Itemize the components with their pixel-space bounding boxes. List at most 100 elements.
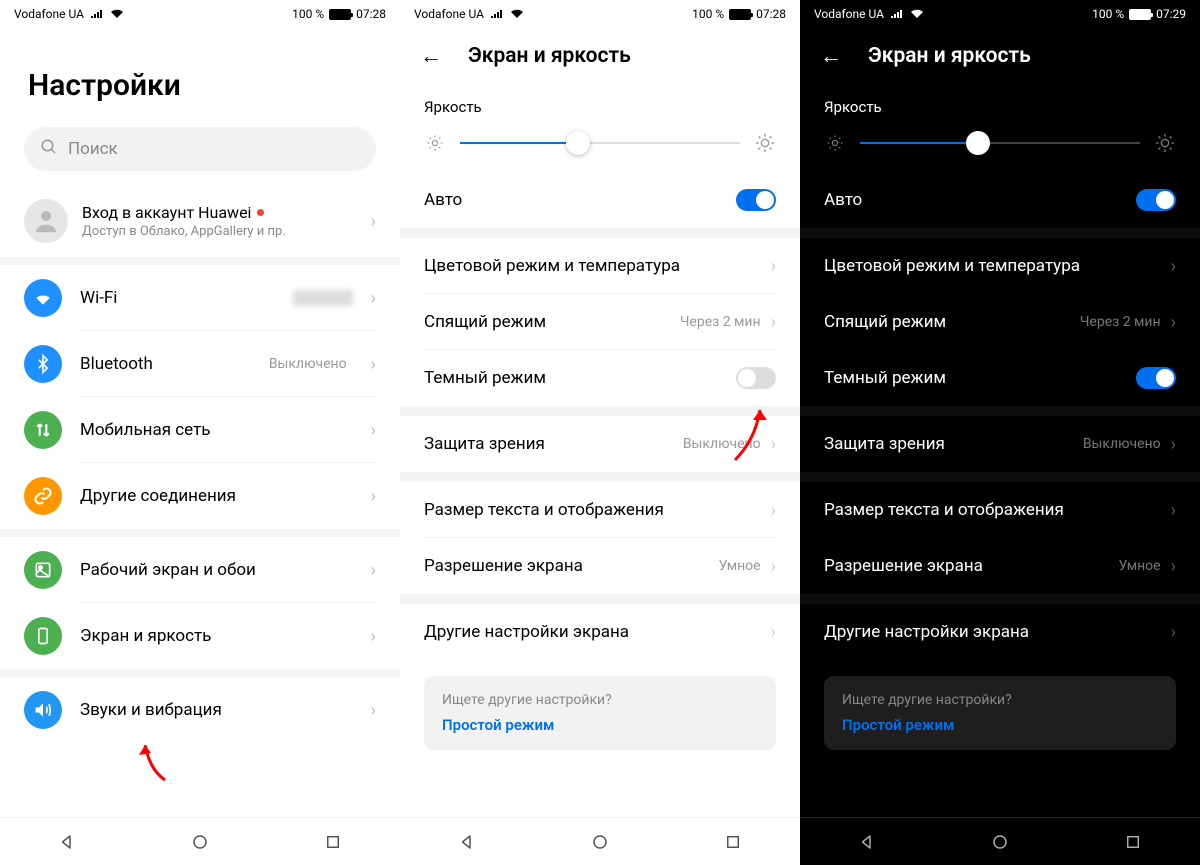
nav-bar: [800, 817, 1200, 865]
carrier-label: Vodafone UA: [814, 7, 884, 21]
nav-back-button[interactable]: [56, 831, 78, 853]
nav-back-button[interactable]: [856, 831, 878, 853]
carrier-label: Vodafone UA: [14, 7, 84, 21]
wifi-icon: [110, 9, 124, 19]
notification-dot-icon: [257, 209, 264, 216]
account-title: Вход в аккаунт Huawei: [82, 203, 251, 222]
row-text-size[interactable]: Размер текста и отображения ›: [400, 482, 800, 538]
settings-item-display[interactable]: Экран и яркость ›: [0, 603, 400, 669]
sun-high-icon: [1154, 132, 1176, 154]
screen-icon: [24, 617, 62, 655]
item-label: Другие соединения: [80, 486, 353, 506]
dark-mode-toggle[interactable]: [1136, 367, 1176, 389]
settings-item-connections[interactable]: Другие соединения ›: [0, 463, 400, 529]
item-label: Звуки и вибрация: [80, 700, 353, 720]
hint-link[interactable]: Простой режим: [842, 716, 1158, 734]
chevron-right-icon: ›: [771, 622, 776, 643]
auto-brightness-toggle[interactable]: [736, 189, 776, 211]
signal-icon: [90, 9, 104, 19]
battery-pct: 100 %: [692, 7, 724, 21]
slider-thumb[interactable]: [566, 131, 590, 155]
row-label: Спящий режим: [424, 312, 670, 332]
screen-display-light: Vodafone UA 100 % 07:28 ← Экран и яркост…: [400, 0, 800, 865]
settings-item-wifi[interactable]: Wi-Fi ›: [0, 265, 400, 331]
row-other-display[interactable]: Другие настройки экрана ›: [400, 604, 800, 660]
page-title: Экран и яркость: [868, 44, 1031, 68]
row-value: Через 2 мин: [1080, 314, 1161, 330]
chevron-right-icon: ›: [1171, 434, 1176, 455]
row-eye-protection[interactable]: Защита зрения Выключено ›: [400, 416, 800, 472]
nav-home-button[interactable]: [589, 831, 611, 853]
desktop-icon: [24, 551, 62, 589]
row-label: Размер текста и отображения: [824, 500, 1161, 520]
back-button[interactable]: ←: [812, 39, 850, 73]
settings-item-mobile[interactable]: Мобильная сеть ›: [0, 397, 400, 463]
settings-item-bluetooth[interactable]: Bluetooth Выключено ›: [0, 331, 400, 397]
row-auto-brightness[interactable]: Авто: [800, 172, 1200, 228]
row-text-size[interactable]: Размер текста и отображения ›: [800, 482, 1200, 538]
row-resolution[interactable]: Разрешение экрана Умное ›: [400, 538, 800, 594]
dark-mode-toggle[interactable]: [736, 367, 776, 389]
back-button[interactable]: ←: [412, 39, 450, 73]
row-dark-mode[interactable]: Темный режим: [800, 350, 1200, 406]
brightness-label: Яркость: [400, 84, 800, 122]
header: ← Экран и яркость: [800, 28, 1200, 84]
row-sleep[interactable]: Спящий режим Через 2 мин ›: [400, 294, 800, 350]
brightness-label: Яркость: [800, 84, 1200, 122]
search-placeholder: Поиск: [68, 139, 118, 159]
hint-link[interactable]: Простой режим: [442, 716, 758, 734]
nav-home-button[interactable]: [189, 831, 211, 853]
sun-low-icon: [824, 132, 846, 154]
item-label: Bluetooth: [80, 354, 251, 374]
row-resolution[interactable]: Разрешение экрана Умное ›: [800, 538, 1200, 594]
row-dark-mode[interactable]: Темный режим: [400, 350, 800, 406]
signal-icon: [490, 9, 504, 19]
chevron-right-icon: ›: [771, 312, 776, 333]
row-auto-brightness[interactable]: Авто: [400, 172, 800, 228]
clock: 07:28: [356, 7, 386, 21]
row-value: Выключено: [683, 436, 761, 452]
search-input[interactable]: Поиск: [24, 127, 376, 171]
settings-item-sound[interactable]: Звуки и вибрация ›: [0, 677, 400, 743]
slider-thumb[interactable]: [966, 131, 990, 155]
hint-question: Ищете другие настройки?: [442, 692, 758, 708]
chevron-right-icon: ›: [1171, 556, 1176, 577]
nav-recent-button[interactable]: [722, 831, 744, 853]
chevron-right-icon: ›: [371, 420, 376, 441]
hint-card: Ищете другие настройки? Простой режим: [424, 676, 776, 750]
signal-icon: [890, 9, 904, 19]
header: ← Экран и яркость: [400, 28, 800, 84]
row-other-display[interactable]: Другие настройки экрана ›: [800, 604, 1200, 660]
chevron-right-icon: ›: [371, 288, 376, 309]
row-label: Цветовой режим и температура: [824, 256, 1161, 276]
chevron-right-icon: ›: [371, 211, 376, 232]
nav-recent-button[interactable]: [1122, 831, 1144, 853]
account-subtitle: Доступ в Облако, AppGallery и пр.: [82, 224, 357, 239]
nav-home-button[interactable]: [989, 831, 1011, 853]
row-label: Разрешение экрана: [824, 556, 1109, 576]
sun-high-icon: [754, 132, 776, 154]
row-label: Темный режим: [824, 368, 1126, 388]
row-eye-protection[interactable]: Защита зрения Выключено ›: [800, 416, 1200, 472]
nav-recent-button[interactable]: [322, 831, 344, 853]
battery-icon: [729, 9, 751, 20]
sound-icon: [24, 691, 62, 729]
chevron-right-icon: ›: [771, 434, 776, 455]
settings-item-desktop[interactable]: Рабочий экран и обои ›: [0, 537, 400, 603]
nav-back-button[interactable]: [456, 831, 478, 853]
brightness-slider[interactable]: [400, 122, 800, 172]
row-sleep[interactable]: Спящий режим Через 2 мин ›: [800, 294, 1200, 350]
row-color-mode[interactable]: Цветовой режим и температура ›: [800, 238, 1200, 294]
account-row[interactable]: Вход в аккаунт Huawei Доступ в Облако, A…: [0, 189, 400, 257]
chevron-right-icon: ›: [1171, 256, 1176, 277]
row-label: Темный режим: [424, 368, 726, 388]
clock: 07:28: [756, 7, 786, 21]
wifi-icon: [510, 9, 524, 19]
chevron-right-icon: ›: [771, 556, 776, 577]
auto-brightness-toggle[interactable]: [1136, 189, 1176, 211]
divider: [400, 228, 800, 238]
row-label: Защита зрения: [424, 434, 673, 454]
row-color-mode[interactable]: Цветовой режим и температура ›: [400, 238, 800, 294]
brightness-slider[interactable]: [800, 122, 1200, 172]
chevron-right-icon: ›: [371, 700, 376, 721]
